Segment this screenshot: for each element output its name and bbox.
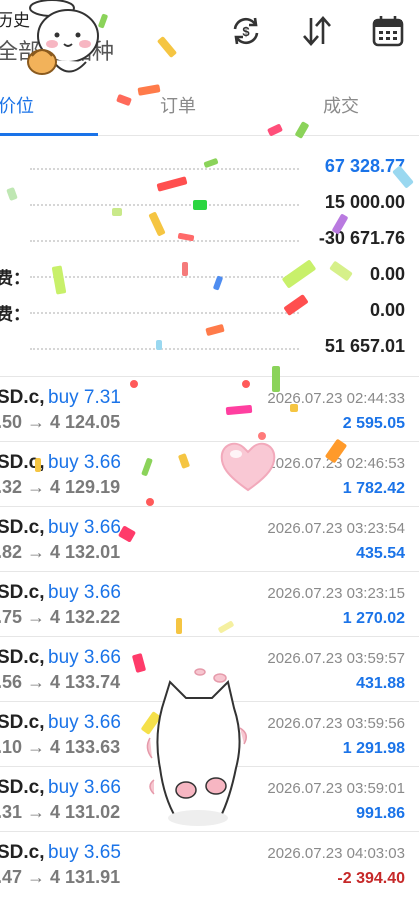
app-window: 历史 全部品种 $ (0, 0, 419, 902)
dotted-leader (30, 168, 299, 170)
position-side: buy 3.66 (48, 582, 121, 603)
position-profit: -2 394.40 (337, 870, 405, 887)
tab-positions[interactable]: 价位 (0, 92, 34, 118)
confetti-piece (242, 380, 250, 388)
confetti-piece (272, 366, 280, 392)
summary-value: 15 000.00 (324, 192, 405, 212)
sort-icon[interactable] (300, 14, 334, 48)
position-profit: 991.86 (356, 805, 405, 822)
position-profit: 431.88 (356, 675, 405, 692)
position-symbol: SD.c, (0, 842, 45, 863)
active-tab-indicator (0, 133, 98, 136)
position-symbol: SD.c, (0, 517, 45, 538)
confetti-piece (112, 208, 122, 216)
dotted-leader (30, 240, 299, 242)
summary-value: 0.00 (369, 264, 405, 284)
summary-row: -30 671.76 (0, 220, 419, 256)
confetti-piece (290, 404, 298, 412)
position-time: 2026.07.23 03:23:15 (267, 585, 405, 602)
confetti-piece (146, 498, 154, 506)
summary-row: 费： 0.00 (0, 292, 419, 328)
confetti-piece (35, 458, 41, 472)
position-side: buy 3.65 (48, 842, 121, 863)
dotted-leader (30, 312, 299, 314)
position-time: 2026.07.23 03:59:57 (267, 650, 405, 667)
position-time: 2026.07.23 02:44:33 (267, 390, 405, 407)
position-time: 2026.07.23 03:59:01 (267, 780, 405, 797)
position-row[interactable]: SD.c, buy 3.65 .47 → 4 131.91 2026.07.23… (0, 831, 419, 896)
dotted-leader (30, 348, 299, 350)
position-row[interactable]: SD.c, buy 3.66 .75 → 4 132.22 2026.07.23… (0, 571, 419, 636)
position-symbol: SD.c, (0, 582, 45, 603)
position-side: buy 3.66 (48, 777, 121, 798)
confetti-piece (130, 380, 138, 388)
confetti-piece (176, 618, 182, 634)
summary-label: 费： (0, 269, 30, 289)
confetti-piece (182, 262, 188, 276)
position-prices: .10 → 4 133.63 (0, 737, 121, 757)
position-prices: .32 → 4 129.19 (0, 477, 121, 497)
position-prices: .47 → 4 131.91 (0, 867, 121, 887)
position-prices: .31 → 4 131.02 (0, 802, 121, 822)
position-side: buy 3.66 (48, 452, 121, 473)
tab-bar: 价位 订单 成交 (0, 78, 419, 136)
dotted-leader (30, 204, 299, 206)
position-prices: .56 → 4 133.74 (0, 672, 121, 692)
position-side: buy 3.66 (48, 517, 121, 538)
summary-row: 15 000.00 (0, 184, 419, 220)
position-profit: 1 291.98 (342, 740, 405, 757)
position-symbol: SD.c, (0, 387, 45, 408)
heart-sticker (218, 438, 278, 494)
confetti-piece (193, 200, 207, 210)
position-profit: 435.54 (356, 545, 405, 562)
position-symbol: SD.c, (0, 647, 45, 668)
position-row[interactable]: SD.c, buy 7.31 .50 → 4 124.05 2026.07.23… (0, 376, 419, 441)
cat-sticker (140, 668, 256, 836)
svg-text:$: $ (242, 24, 250, 39)
position-profit: 2 595.05 (342, 415, 405, 432)
sync-dollar-icon[interactable]: $ (229, 14, 263, 48)
position-prices: .82 → 4 132.01 (0, 542, 121, 562)
position-prices: .75 → 4 132.22 (0, 607, 121, 627)
position-profit: 1 270.02 (342, 610, 405, 627)
position-side: buy 3.66 (48, 647, 121, 668)
position-side: buy 7.31 (48, 387, 121, 408)
tab-orders[interactable]: 订单 (160, 92, 196, 118)
summary-value: 0.00 (369, 300, 405, 320)
position-time: 2026.07.23 04:03:03 (267, 845, 405, 862)
position-profit: 1 782.42 (342, 480, 405, 497)
position-prices: .50 → 4 124.05 (0, 412, 121, 432)
summary-value: 51 657.01 (324, 336, 405, 356)
position-row[interactable]: SD.c, buy 3.66 .32 → 4 129.19 2026.07.23… (0, 441, 419, 506)
position-time: 2026.07.23 03:23:54 (267, 520, 405, 537)
confetti-piece (156, 340, 162, 350)
position-symbol: SD.c, (0, 712, 45, 733)
position-symbol: SD.c, (0, 777, 45, 798)
position-side: buy 3.66 (48, 712, 121, 733)
calendar-icon[interactable] (371, 14, 405, 48)
position-time: 2026.07.23 03:59:56 (267, 715, 405, 732)
summary-label: 费： (0, 305, 30, 325)
position-row[interactable]: SD.c, buy 3.66 .82 → 4 132.01 2026.07.23… (0, 506, 419, 571)
tab-deals[interactable]: 成交 (323, 92, 359, 118)
bunny-sticker (10, 0, 102, 86)
dotted-leader (30, 276, 299, 278)
